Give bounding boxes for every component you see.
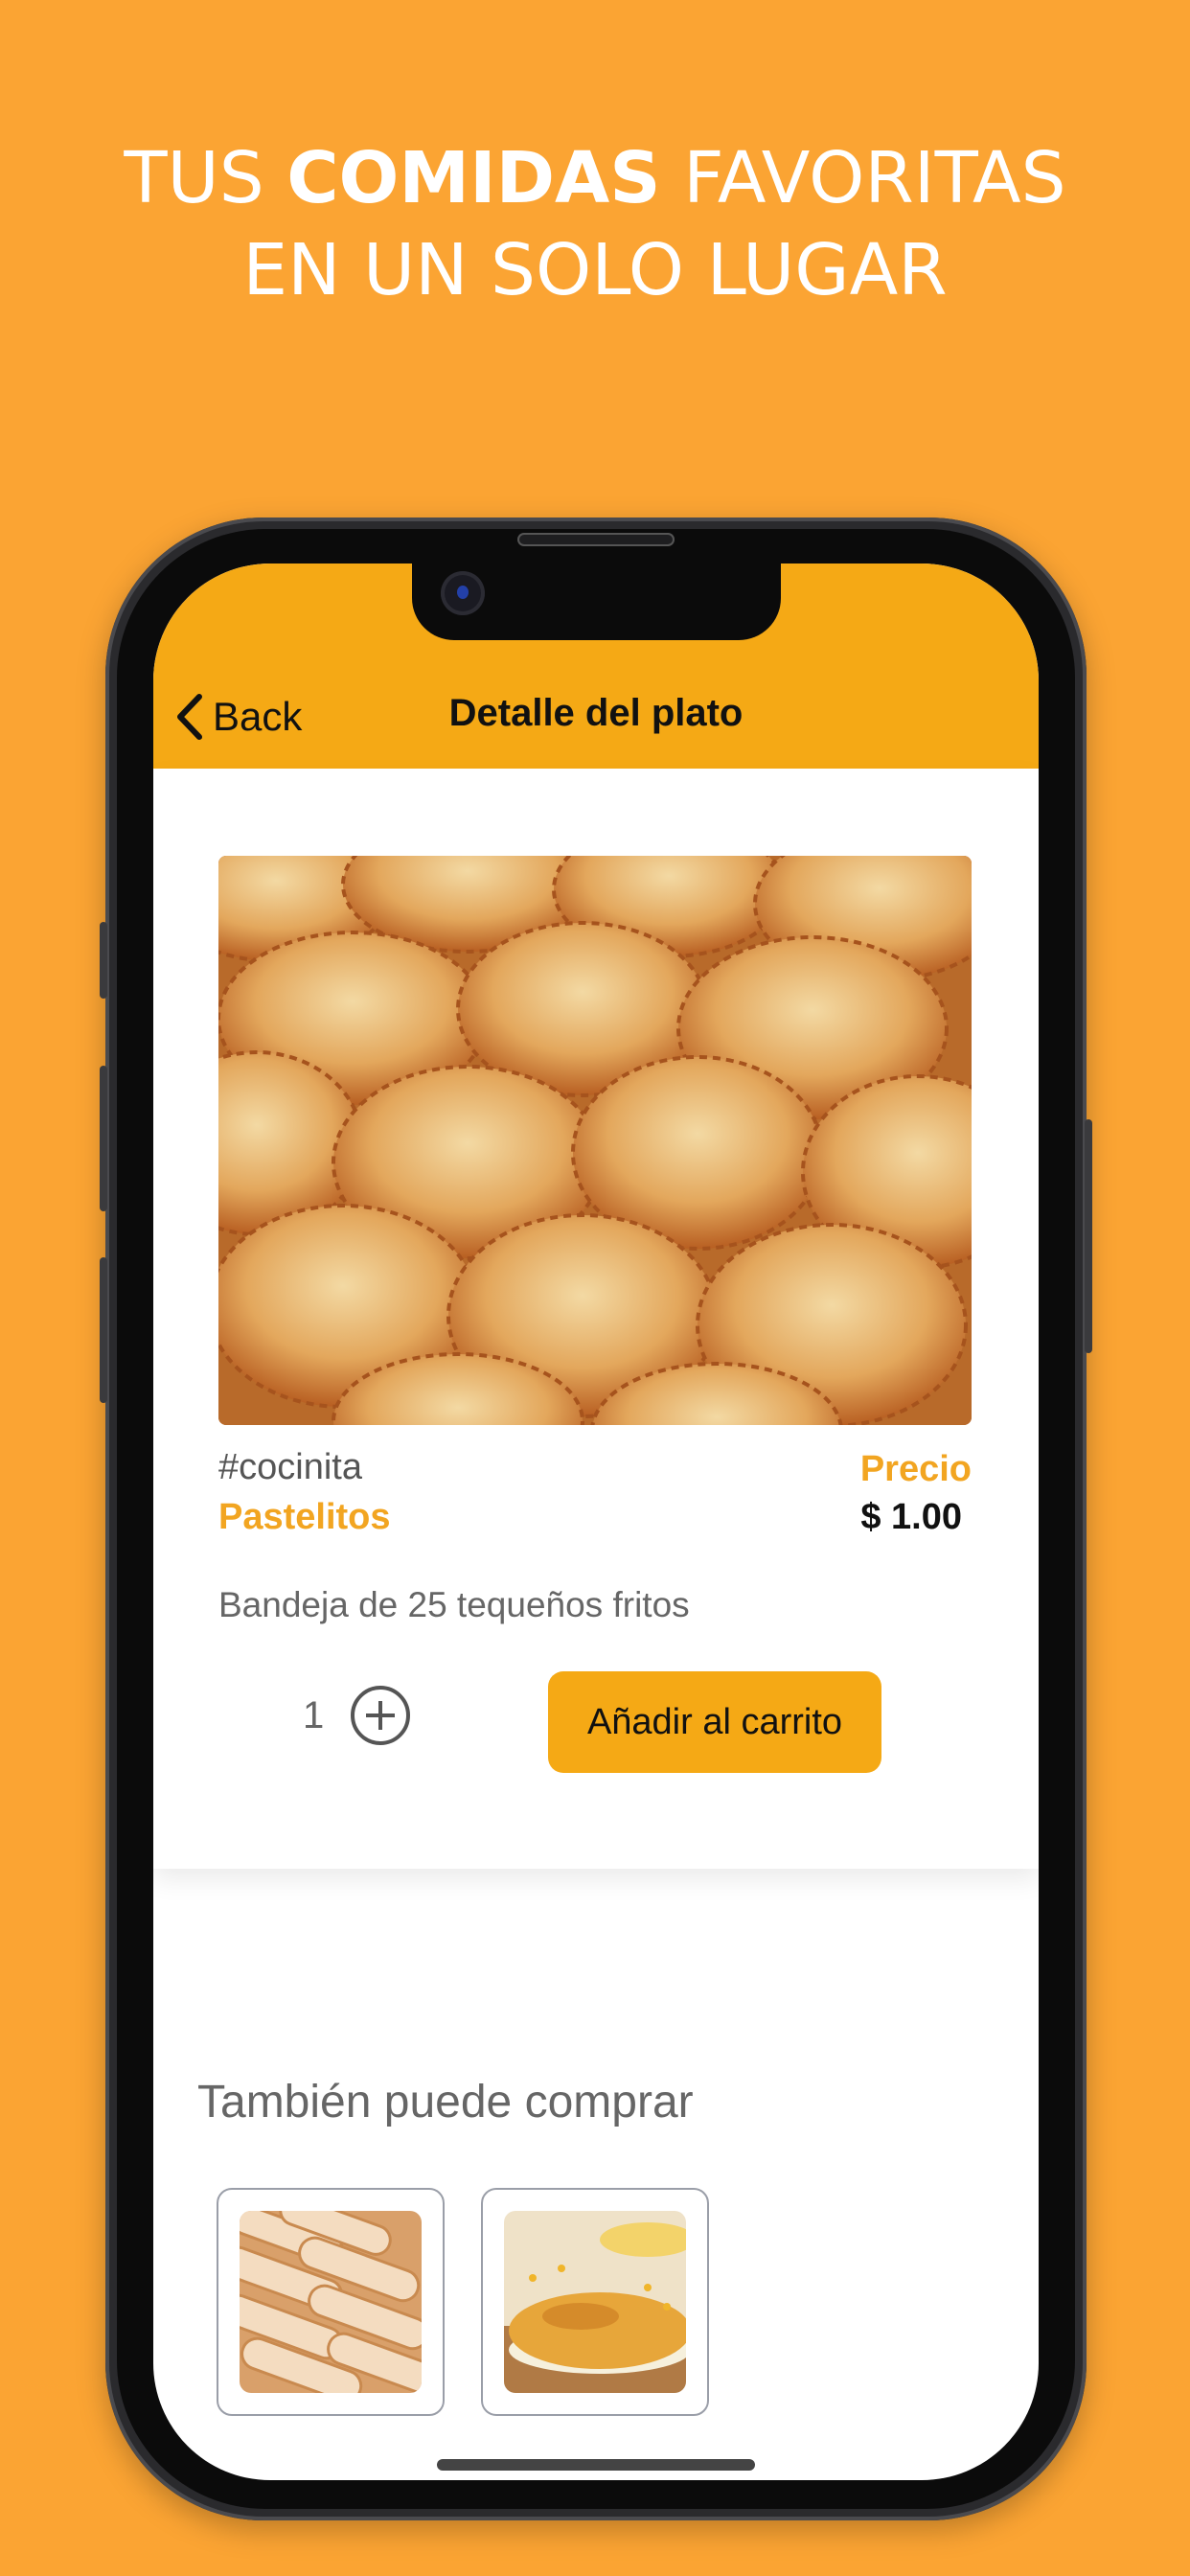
promo-line-1-bold: COMIDAS [286, 137, 661, 219]
page-title: Detalle del plato [448, 692, 744, 734]
dish-detail-card: #cocinita Pastelitos Precio $ 1.00 Bande… [153, 769, 1039, 1869]
promo-line-1: TUS COMIDAS FAVORITAS [0, 132, 1190, 224]
pastelitos-image [218, 856, 972, 1425]
also-buy-title: También puede comprar [197, 2077, 694, 2128]
promo-line-2: EN UN SOLO LUGAR [242, 229, 948, 311]
tequenos-photo [240, 2211, 422, 2393]
dish-description: Bandeja de 25 tequeños fritos [218, 1585, 690, 1624]
promo-line-1-pre: TUS [124, 137, 287, 219]
also-buy-item-cachapa[interactable] [481, 2188, 709, 2416]
promo-headline: TUS COMIDAS FAVORITAS EN UN SOLO LUGAR [0, 132, 1190, 316]
phone-side-button-mute [100, 922, 107, 999]
phone-side-button-volume-up [100, 1066, 107, 1211]
promo-line-1-post: FAVORITAS [660, 137, 1066, 219]
cachapa-photo [504, 2211, 686, 2393]
dish-photo [218, 856, 972, 1425]
price-value: $ 1.00 [860, 1497, 962, 1537]
phone-side-button-power [1085, 1119, 1092, 1353]
home-indicator [437, 2459, 755, 2471]
app-screen: Back Detalle del plato #cocinita Pasteli… [153, 564, 1039, 2480]
price-label: Precio [859, 1449, 972, 1489]
earpiece-speaker [517, 533, 675, 546]
add-to-cart-button[interactable]: Añadir al carrito [548, 1671, 881, 1773]
dish-name: Pastelitos [218, 1497, 391, 1537]
front-camera [441, 571, 485, 615]
phone-side-button-volume-down [100, 1257, 107, 1403]
quantity-value: 1 [303, 1694, 325, 1736]
also-buy-item-tequenos[interactable] [217, 2188, 445, 2416]
increment-quantity-button[interactable] [351, 1686, 410, 1745]
dish-tag: #cocinita [218, 1447, 362, 1487]
